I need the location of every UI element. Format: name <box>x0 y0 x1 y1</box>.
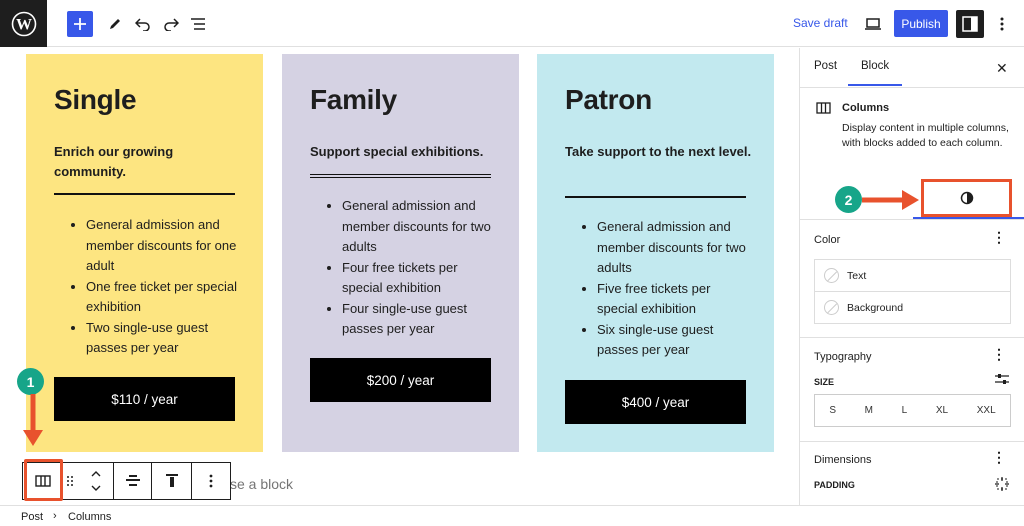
list-item: Six single-use guest passes per year <box>597 320 750 361</box>
list-item: General admission and member discounts f… <box>342 196 495 258</box>
wordpress-logo-icon[interactable]: W <box>0 0 47 47</box>
custom-size-icon[interactable] <box>995 373 1009 385</box>
list-view-icon[interactable] <box>187 12 211 36</box>
color-background-row[interactable]: Background <box>814 291 1011 324</box>
empty-swatch-icon <box>824 268 839 283</box>
color-background-label: Background <box>847 301 904 314</box>
publish-button[interactable]: Publish <box>894 10 948 37</box>
list-item: Five free tickets per special exhibition <box>597 279 750 320</box>
card-tagline[interactable]: Take support to the next level. <box>565 142 755 162</box>
editor-canvas: Single Enrich our growing community. Gen… <box>0 48 799 504</box>
size-option-l[interactable]: L <box>902 405 908 416</box>
empty-swatch-icon <box>824 300 839 315</box>
color-text-label: Text <box>847 269 867 282</box>
size-option-xl[interactable]: XL <box>936 405 948 416</box>
color-options-icon[interactable]: ⋮ <box>992 230 1006 244</box>
block-options-icon[interactable] <box>192 463 230 499</box>
move-up-down-icon[interactable] <box>78 463 114 499</box>
feature-list[interactable]: General admission and member discounts f… <box>310 196 495 340</box>
add-block-placeholder[interactable]: se a block <box>230 476 293 492</box>
save-draft-button[interactable]: Save draft <box>793 16 848 30</box>
pricing-card-family[interactable]: Family Support special exhibitions. Gene… <box>282 54 519 452</box>
card-title[interactable]: Single <box>54 84 137 116</box>
drag-handle-icon[interactable] <box>62 463 78 499</box>
breadcrumb-chevron-icon: › <box>53 510 57 522</box>
card-title[interactable]: Patron <box>565 84 652 116</box>
more-options-icon[interactable] <box>990 12 1014 36</box>
add-block-button[interactable] <box>67 11 93 37</box>
block-name: Columns <box>842 102 890 114</box>
pricing-card-patron[interactable]: Patron Take support to the next level. G… <box>537 54 774 452</box>
feature-list[interactable]: General admission and member discounts f… <box>54 215 239 359</box>
color-text-row[interactable]: Text <box>814 259 1011 292</box>
close-icon[interactable]: ✕ <box>996 60 1008 77</box>
svg-text:W: W <box>16 16 32 33</box>
annotation-highlight-columns <box>24 459 63 501</box>
size-option-s[interactable]: S <box>829 405 836 416</box>
breadcrumb-item-columns[interactable]: Columns <box>68 511 111 523</box>
typography-panel-title[interactable]: Typography <box>814 351 871 363</box>
columns-block-icon <box>816 102 831 114</box>
card-tagline[interactable]: Enrich our growing community. <box>54 142 244 182</box>
breadcrumb-item-post[interactable]: Post <box>21 511 43 523</box>
sidebar-divider <box>800 337 1024 338</box>
sidebar-divider <box>800 441 1024 442</box>
price-button[interactable]: $400 / year <box>565 380 746 424</box>
settings-sidebar: Post Block ✕ Columns Display content in … <box>799 48 1024 505</box>
contrast-icon <box>960 191 973 205</box>
breadcrumb: Post › Columns <box>0 505 1024 526</box>
settings-panel-icon[interactable] <box>956 10 984 38</box>
feature-list[interactable]: General admission and member discounts f… <box>565 217 750 361</box>
vertical-align-top-icon[interactable] <box>152 463 192 499</box>
step-1-badge: 1 <box>17 368 44 395</box>
size-option-m[interactable]: M <box>865 405 873 416</box>
sidebar-divider <box>800 219 1024 220</box>
undo-icon[interactable] <box>131 12 155 36</box>
size-label: SIZE <box>814 377 835 387</box>
styles-tab[interactable] <box>921 179 1012 217</box>
list-item: Four single-use guest passes per year <box>342 299 495 340</box>
list-item: Four free tickets per special exhibition <box>342 258 495 299</box>
tab-block[interactable]: Block <box>861 60 889 72</box>
redo-icon[interactable] <box>159 12 183 36</box>
padding-sides-icon[interactable] <box>995 477 1009 491</box>
font-size-picker[interactable]: S M L XL XXL <box>814 394 1011 427</box>
list-item: General admission and member discounts f… <box>597 217 750 279</box>
editor-top-bar: W Save draft Publish <box>0 0 1024 47</box>
price-button[interactable]: $110 / year <box>54 377 235 421</box>
list-item: Two single-use guest passes per year <box>86 318 239 359</box>
size-option-xxl[interactable]: XXL <box>977 405 996 416</box>
step-2-badge: 2 <box>835 186 862 213</box>
pricing-card-single[interactable]: Single Enrich our growing community. Gen… <box>26 54 263 452</box>
sidebar-divider <box>800 87 1024 88</box>
list-item: One free ticket per special exhibition <box>86 277 239 318</box>
color-panel-title[interactable]: Color <box>814 234 840 246</box>
annotation-arrow-down <box>23 394 43 446</box>
padding-label: PADDING <box>814 480 855 490</box>
price-button[interactable]: $200 / year <box>310 358 491 402</box>
card-title[interactable]: Family <box>310 84 397 116</box>
card-tagline[interactable]: Support special exhibitions. <box>310 142 500 162</box>
block-description: Display content in multiple columns, wit… <box>842 122 1009 149</box>
align-center-icon[interactable] <box>114 463 152 499</box>
typography-options-icon[interactable]: ⋮ <box>992 347 1006 361</box>
active-tab-indicator <box>848 84 902 86</box>
card-separator <box>565 196 746 198</box>
pencil-icon[interactable] <box>103 12 127 36</box>
dimensions-panel-title[interactable]: Dimensions <box>814 454 871 466</box>
annotation-arrow-right <box>862 190 919 210</box>
card-separator <box>54 193 235 195</box>
list-item: General admission and member discounts f… <box>86 215 239 277</box>
dimensions-options-icon[interactable]: ⋮ <box>992 450 1006 464</box>
tab-post[interactable]: Post <box>814 60 837 72</box>
desktop-preview-icon[interactable] <box>861 12 885 36</box>
card-separator <box>310 174 491 178</box>
plus-icon <box>74 18 86 30</box>
